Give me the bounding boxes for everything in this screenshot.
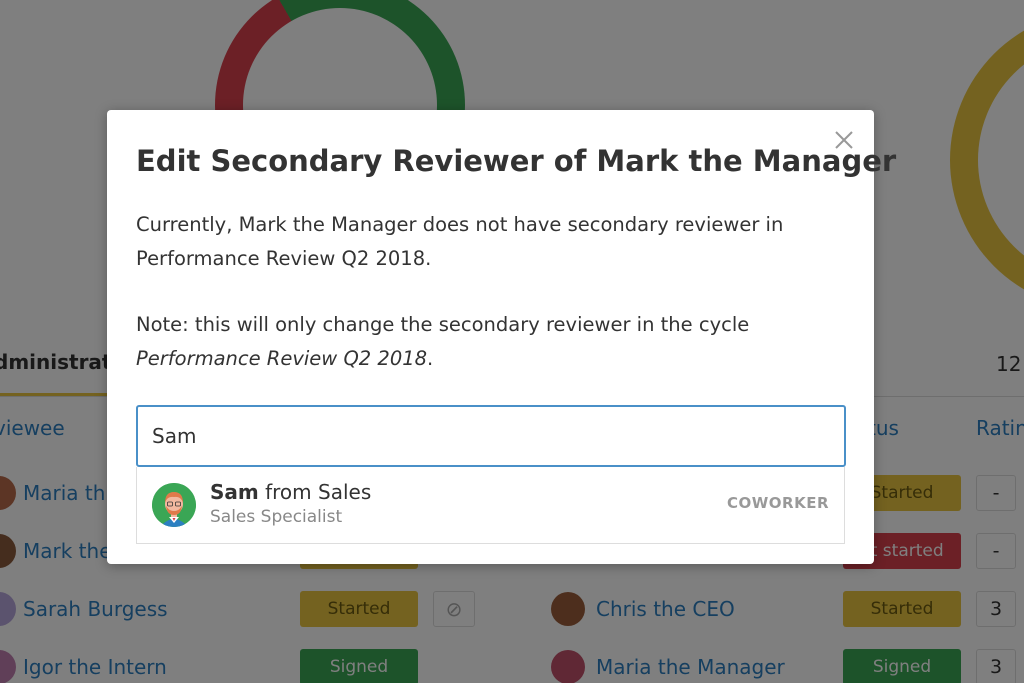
note-text: Note: this will only change the secondar… bbox=[136, 308, 749, 376]
note-line-1: Note: this will only change the secondar… bbox=[136, 313, 750, 336]
result-name-rest: from Sales bbox=[258, 480, 372, 504]
coworker-tag: COWORKER bbox=[726, 494, 829, 512]
result-name: Sam from Sales bbox=[210, 480, 371, 504]
modal-title: Edit Secondary Reviewer of Mark the Mana… bbox=[136, 144, 897, 178]
person-avatar-icon bbox=[152, 483, 196, 527]
current-reviewer-line-1: Currently, Mark the Manager does not hav… bbox=[136, 213, 784, 236]
reviewer-search-input[interactable] bbox=[136, 405, 846, 467]
current-reviewer-line-2: Performance Review Q2 2018. bbox=[136, 247, 432, 270]
note-line-2: Performance Review Q2 2018. bbox=[136, 342, 749, 376]
result-name-match: Sam bbox=[210, 480, 259, 504]
cycle-name: Performance Review Q2 2018 bbox=[136, 347, 428, 370]
edit-secondary-reviewer-modal: Edit Secondary Reviewer of Mark the Mana… bbox=[107, 110, 896, 564]
search-result-item[interactable]: Sam from Sales Sales Specialist COWORKER bbox=[136, 467, 845, 544]
current-reviewer-text: Currently, Mark the Manager does not hav… bbox=[136, 208, 783, 276]
result-job-title: Sales Specialist bbox=[210, 507, 343, 527]
note-period: . bbox=[427, 347, 434, 370]
